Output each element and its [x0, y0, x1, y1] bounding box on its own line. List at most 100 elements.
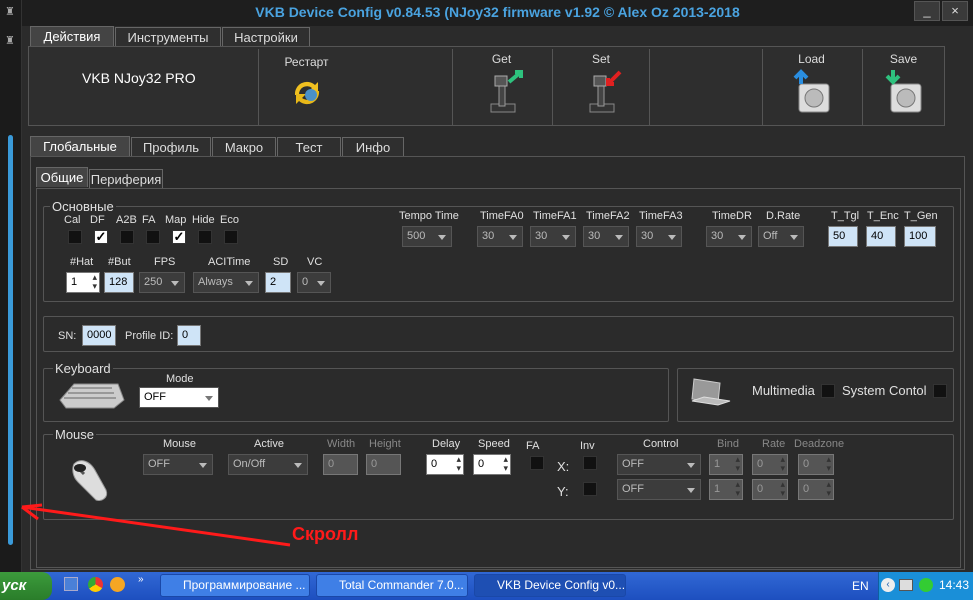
fps-select[interactable]: 250 — [139, 272, 185, 293]
tab-actions[interactable]: Действия — [30, 26, 114, 46]
set-label: Set — [591, 52, 610, 66]
sd-input[interactable]: 2 — [265, 272, 291, 293]
y-bind-spinner[interactable]: 1 — [709, 479, 743, 500]
refresh-icon — [294, 81, 319, 105]
status-icon[interactable] — [919, 578, 933, 592]
clock[interactable]: 14:43 — [939, 578, 969, 592]
x-control-select[interactable]: OFF — [617, 454, 701, 475]
a2b-checkbox[interactable] — [120, 230, 134, 244]
active-select[interactable]: On/Off — [228, 454, 308, 475]
start-button[interactable]: уск — [0, 572, 52, 600]
desktop-icon[interactable] — [64, 577, 78, 591]
tab-profile[interactable]: Профиль — [131, 137, 211, 157]
but-label: #But — [108, 256, 131, 268]
y-rate-spinner[interactable]: 0 — [752, 479, 788, 500]
speed-header: Speed — [478, 438, 510, 450]
keyboard-mode-select[interactable]: OFF — [139, 387, 219, 408]
tempo-time-label: Tempo Time — [399, 210, 459, 222]
vc-select[interactable]: 0 — [297, 272, 331, 293]
tab-settings[interactable]: Настройки — [222, 27, 310, 47]
cal-checkbox[interactable] — [68, 230, 82, 244]
annotation-arrow — [21, 503, 291, 547]
load-label: Load — [798, 52, 825, 66]
load-button[interactable]: Load — [762, 49, 860, 125]
buttons-count-input[interactable]: 128 — [104, 272, 134, 293]
hat-spinner[interactable]: 1 — [66, 272, 100, 293]
drate-select[interactable]: Off — [758, 226, 804, 247]
df-checkbox[interactable]: ✓ — [94, 230, 108, 244]
hat-label: #Hat — [70, 256, 94, 268]
width-input[interactable]: 0 — [323, 454, 358, 475]
profile-id-label: Profile ID: — [125, 330, 174, 342]
restart-button[interactable]: Рестарт — [258, 49, 354, 125]
t-tgl-input[interactable]: 50 — [828, 226, 858, 247]
tab-test[interactable]: Тест — [277, 137, 341, 157]
speed-spinner[interactable]: 0 — [473, 454, 511, 475]
sn-label: SN: — [58, 330, 77, 342]
mouse-select[interactable]: OFF — [143, 454, 213, 475]
tab-global[interactable]: Глобальные — [30, 136, 130, 156]
map-checkbox[interactable]: ✓ — [172, 230, 186, 244]
tab-tools[interactable]: Инструменты — [115, 27, 221, 47]
x-bind-spinner[interactable]: 1 — [709, 454, 743, 475]
taskbar-item-chrome[interactable]: Программирование ... — [160, 574, 310, 597]
fa-header: FA — [526, 440, 540, 452]
timedr-label: TimeDR — [712, 210, 752, 222]
minimize-button[interactable]: _ — [914, 1, 940, 21]
taskbar-item-total-commander[interactable]: Total Commander 7.0... — [316, 574, 468, 597]
network-icon[interactable] — [899, 579, 913, 591]
t-enc-input[interactable]: 40 — [866, 226, 896, 247]
width-header: Width — [327, 438, 356, 450]
acitime-select[interactable]: Always — [193, 272, 259, 293]
eco-checkbox[interactable] — [224, 230, 238, 244]
expand-tray-icon[interactable]: ‹ — [881, 578, 895, 592]
timefa3-label: TimeFA3 — [639, 210, 683, 222]
taskbar-item-vkb[interactable]: VKB Device Config v0... — [474, 574, 626, 597]
save-button[interactable]: Save — [862, 49, 944, 125]
y-control-select[interactable]: OFF — [617, 479, 701, 500]
y-deadzone-spinner[interactable]: 0 — [798, 479, 834, 500]
chrome-icon[interactable] — [88, 577, 103, 592]
tab-info[interactable]: Инфо — [342, 137, 404, 157]
joystick-get-icon — [490, 70, 523, 113]
fa-checkbox[interactable] — [146, 230, 160, 244]
x-rate-spinner[interactable]: 0 — [752, 454, 788, 475]
get-button[interactable]: Get — [452, 49, 550, 125]
browser-icon[interactable] — [110, 577, 125, 592]
x-deadzone-spinner[interactable]: 0 — [798, 454, 834, 475]
device-name: VKB NJoy32 PRO — [82, 70, 196, 86]
timedr-select[interactable]: 30 — [706, 226, 752, 247]
t-enc-label: T_Enc — [867, 210, 899, 222]
joystick-set-icon — [589, 70, 622, 113]
inv-header: Inv — [580, 440, 595, 452]
language-indicator[interactable]: EN — [852, 579, 869, 593]
close-button[interactable]: × — [942, 1, 968, 21]
tab-peripherals[interactable]: Периферия — [89, 169, 163, 189]
delay-spinner[interactable]: 0 — [426, 454, 464, 475]
tempo-time-select[interactable]: 500 — [402, 226, 452, 247]
t-gen-input[interactable]: 100 — [904, 226, 936, 247]
height-input[interactable]: 0 — [366, 454, 401, 475]
sn-input[interactable]: 0000 — [82, 325, 116, 346]
vertical-scrollbar[interactable] — [8, 135, 13, 545]
timefa3-select[interactable]: 30 — [636, 226, 682, 247]
multimedia-checkbox[interactable] — [821, 384, 835, 398]
tab-general[interactable]: Общие — [36, 167, 88, 187]
y-invert-checkbox[interactable] — [583, 482, 597, 496]
fa-mouse-checkbox[interactable] — [530, 456, 544, 470]
timefa0-select[interactable]: 30 — [477, 226, 523, 247]
keyboard-group — [43, 368, 669, 422]
timefa1-select[interactable]: 30 — [530, 226, 576, 247]
hide-checkbox[interactable] — [198, 230, 212, 244]
tab-macro[interactable]: Макро — [212, 137, 276, 157]
basic-group-title: Основные — [50, 199, 116, 214]
x-invert-checkbox[interactable] — [583, 456, 597, 470]
system-control-checkbox[interactable] — [933, 384, 947, 398]
fps-label: FPS — [154, 256, 176, 268]
profile-id-input[interactable]: 0 — [177, 325, 201, 346]
set-button[interactable]: Set — [552, 49, 650, 125]
rate-header: Rate — [762, 438, 786, 450]
cal-label: Cal — [64, 214, 81, 226]
chevron-icon[interactable]: » — [138, 574, 144, 585]
timefa2-select[interactable]: 30 — [583, 226, 629, 247]
